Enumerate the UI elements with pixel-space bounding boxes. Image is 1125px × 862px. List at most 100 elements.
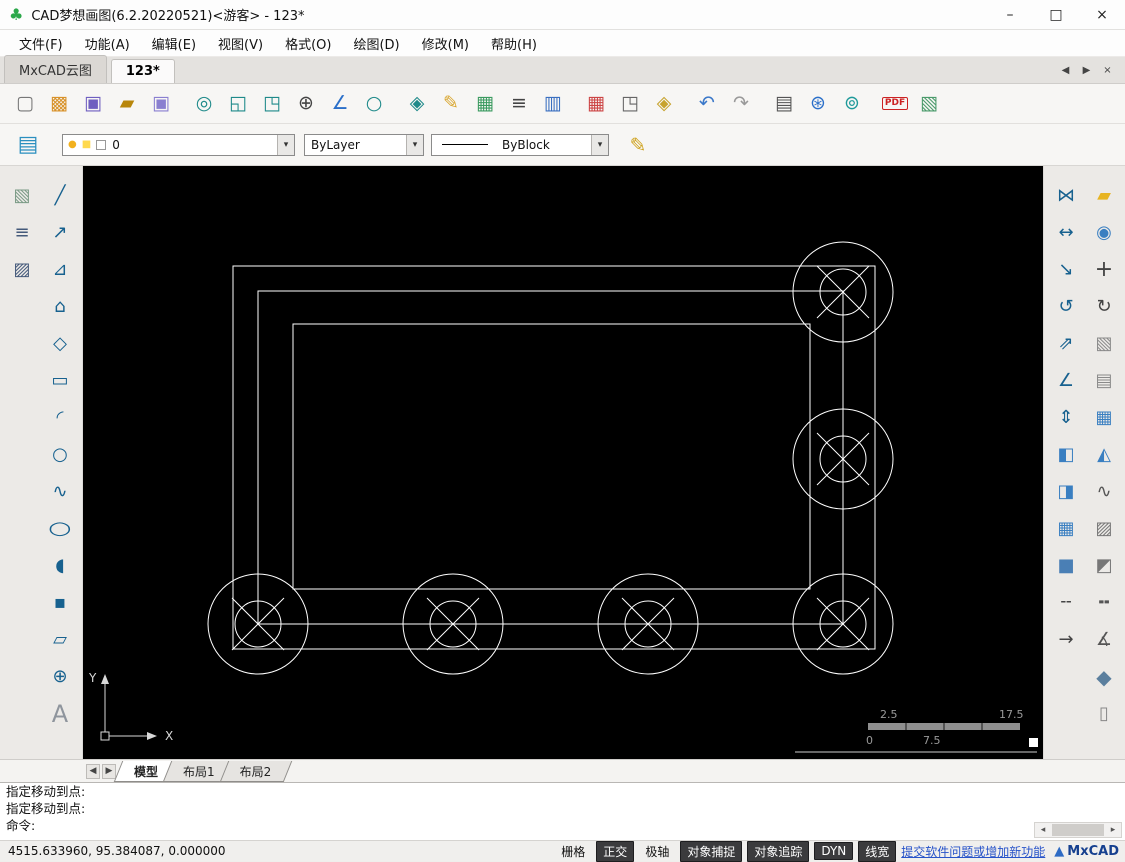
zoom-realtime-icon[interactable]: ○	[357, 87, 391, 121]
find-icon[interactable]: ◈	[400, 87, 434, 121]
prev-tab-icon[interactable]: ◀	[1058, 63, 1073, 78]
color-table-icon[interactable]: ▦	[579, 87, 613, 121]
feedback-link[interactable]: 提交软件问题或增加新功能	[901, 843, 1045, 860]
copy-icon[interactable]: ◉	[1088, 217, 1120, 249]
toggle-polar[interactable]: 极轴	[639, 842, 675, 861]
array-icon[interactable]: ▦	[1088, 402, 1120, 434]
stamp-icon[interactable]: ◈	[647, 87, 681, 121]
new-layout-icon[interactable]: ▯	[1088, 698, 1120, 730]
spline-edit-icon[interactable]: ∿	[1088, 476, 1120, 508]
rectangle-icon[interactable]: ▭	[44, 365, 76, 397]
command-line-area[interactable]: 指定移动到点: 指定移动到点: 命令: ◂ ▸	[0, 782, 1125, 840]
linetype-dropdown-arrow[interactable]: ▾	[591, 134, 608, 155]
mirror-icon[interactable]: ◧	[1050, 439, 1082, 471]
box-3d-icon[interactable]: ◆	[1088, 661, 1120, 693]
polyline-icon[interactable]: ⊿	[44, 254, 76, 286]
doc-tab-123[interactable]: 123*	[110, 59, 175, 83]
menu-file[interactable]: 文件(F)	[8, 31, 74, 56]
scrollbar-thumb[interactable]	[1052, 824, 1104, 836]
point-icon[interactable]: ▪	[44, 587, 76, 619]
redo-icon[interactable]: ↷	[724, 87, 758, 121]
table-icon[interactable]: ▦	[468, 87, 502, 121]
move-icon[interactable]: +	[1088, 254, 1120, 286]
line-icon[interactable]: ╱	[44, 180, 76, 212]
tab-layout2[interactable]: 布局2	[224, 761, 288, 782]
scale-bar-icon[interactable]: ∠	[323, 87, 357, 121]
print-icon[interactable]: ▤	[767, 87, 801, 121]
zoom-previous-icon[interactable]: ◎	[187, 87, 221, 121]
layers-icon[interactable]: ▤	[8, 128, 48, 162]
color-dropdown-arrow[interactable]: ▾	[406, 134, 423, 155]
minimize-button[interactable]: –	[987, 0, 1033, 29]
scroll-left-icon[interactable]: ◂	[1035, 823, 1051, 837]
close-button[interactable]: ×	[1079, 0, 1125, 29]
break-icon[interactable]: ╌	[1050, 587, 1082, 619]
save-icon[interactable]: ▣	[76, 87, 110, 121]
text-style-icon[interactable]: ≡	[502, 87, 536, 121]
menu-modify[interactable]: 修改(M)	[411, 31, 480, 56]
chamfer-icon[interactable]: ∠	[1050, 365, 1082, 397]
open-folder-icon[interactable]: ▰	[110, 87, 144, 121]
region-icon[interactable]: ■	[1050, 550, 1082, 582]
spline-icon[interactable]: ∿	[44, 476, 76, 508]
image-export-icon[interactable]: ▧	[912, 87, 946, 121]
inscribed-polygon-icon[interactable]: ◇	[44, 328, 76, 360]
command-scrollbar[interactable]: ◂ ▸	[1034, 822, 1122, 838]
paste-select-icon[interactable]: ◳	[613, 87, 647, 121]
next-tab-icon[interactable]: ▶	[1079, 63, 1094, 78]
menu-help[interactable]: 帮助(H)	[480, 31, 548, 56]
web-icon[interactable]: ⊛	[801, 87, 835, 121]
raster-image-icon[interactable]: ▧	[6, 180, 38, 212]
maximize-button[interactable]: □	[1033, 0, 1079, 29]
linetype-edit-pencil-icon[interactable]: ✎	[621, 128, 655, 162]
gradient-icon[interactable]: ◩	[1088, 550, 1120, 582]
zoom-window-icon[interactable]: ◱	[221, 87, 255, 121]
join-icon[interactable]: ╍	[1088, 587, 1120, 619]
revcloud-icon[interactable]: ⊕	[44, 661, 76, 693]
extrude-icon[interactable]: ▤	[1088, 365, 1120, 397]
next-layout-icon[interactable]: ▶	[102, 763, 116, 779]
doc-tab-mxcad-cloud[interactable]: MxCAD云图	[4, 55, 107, 83]
trim-icon[interactable]: ⋈	[1050, 180, 1082, 212]
explode-icon[interactable]: →	[1050, 624, 1082, 656]
menu-view[interactable]: 视图(V)	[207, 31, 274, 56]
scale-icon[interactable]: ⇗	[1050, 328, 1082, 360]
menu-format[interactable]: 格式(O)	[274, 31, 342, 56]
ellipse-arc-icon[interactable]: ◖	[44, 550, 76, 582]
hatch-edit-icon[interactable]: ▨	[1088, 513, 1120, 545]
circle-icon[interactable]: ○	[44, 439, 76, 471]
arc-icon[interactable]: ◜	[44, 402, 76, 434]
rotate-ccw-icon[interactable]: ↺	[1050, 291, 1082, 323]
viewport-icon[interactable]: ▥	[536, 87, 570, 121]
menu-edit[interactable]: 编辑(E)	[141, 31, 207, 56]
toggle-osnap[interactable]: 对象捕捉	[680, 840, 743, 862]
color-select[interactable]: ByLayer ▾	[304, 133, 424, 156]
layer-dropdown-arrow[interactable]: ▾	[277, 134, 294, 155]
toggle-otrack[interactable]: 对象追踪	[747, 840, 810, 862]
toggle-lineweight[interactable]: 线宽	[858, 840, 897, 862]
mirror-copy-icon[interactable]: ◭	[1088, 439, 1120, 471]
linetype-select[interactable]: ByBlock ▾	[431, 133, 609, 156]
web-publish-icon[interactable]: ⊚	[835, 87, 869, 121]
save-as-icon[interactable]: ▣	[144, 87, 178, 121]
erase-icon[interactable]: ▰	[1088, 180, 1120, 212]
zoom-extents-icon[interactable]: ◳	[255, 87, 289, 121]
new-file-icon[interactable]: ▢	[8, 87, 42, 121]
menu-function[interactable]: 功能(A)	[74, 31, 141, 56]
text-align-icon[interactable]: ≡	[6, 217, 38, 249]
prev-layout-icon[interactable]: ◀	[86, 763, 100, 779]
align-icon[interactable]: ▦	[1050, 513, 1082, 545]
stretch-icon[interactable]: ▧	[1088, 328, 1120, 360]
measure-icon[interactable]: ∡	[1088, 624, 1120, 656]
xline-icon[interactable]: ↗	[44, 217, 76, 249]
scroll-right-icon[interactable]: ▸	[1105, 823, 1121, 837]
lengthen-icon[interactable]: ↘	[1050, 254, 1082, 286]
hatch-icon[interactable]: ▨	[6, 254, 38, 286]
toggle-grid[interactable]: 栅格	[555, 842, 591, 861]
ellipse-icon[interactable]: ○	[44, 513, 76, 545]
menu-draw[interactable]: 绘图(D)	[342, 31, 410, 56]
pan-icon[interactable]: ⊕	[289, 87, 323, 121]
toggle-ortho[interactable]: 正交	[596, 840, 635, 862]
draw-pencil-icon[interactable]: ✎	[434, 87, 468, 121]
wipeout-icon[interactable]: ▱	[44, 624, 76, 656]
